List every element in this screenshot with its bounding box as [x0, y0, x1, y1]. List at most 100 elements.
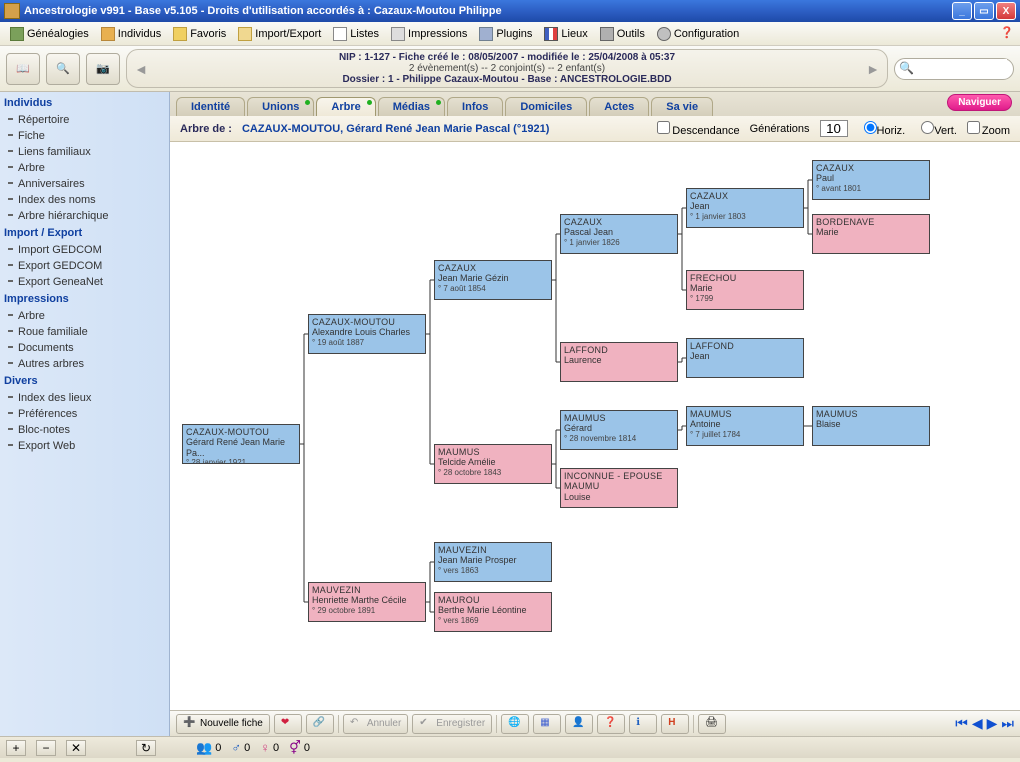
tree-node[interactable]: MAUROUBerthe Marie Léontine° vers 1869 [434, 592, 552, 632]
tree-node[interactable]: LAFFONDJean [686, 338, 804, 378]
tree-node[interactable]: MAUMUSTelcide Amélie° 28 octobre 1843 [434, 444, 552, 484]
camera-button[interactable]: 📷 [86, 53, 120, 85]
sidebar-item[interactable]: Liens familiaux [0, 144, 169, 160]
status-remove-button[interactable]: − [36, 740, 56, 756]
print-button[interactable]: 🖨 [698, 714, 726, 734]
tab-actes[interactable]: Actes [589, 97, 649, 116]
menu-listes[interactable]: Listes [327, 25, 385, 43]
zoom-button[interactable]: 🔍 [46, 53, 80, 85]
tree-node[interactable]: CAZAUXJean Marie Gézin° 7 août 1854 [434, 260, 552, 300]
tree-node[interactable]: CAZAUXJean° 1 janvier 1803 [686, 188, 804, 228]
search-box[interactable] [894, 58, 1014, 80]
sidebar-item[interactable]: Fiche [0, 128, 169, 144]
status-refresh-button[interactable]: ↻ [136, 740, 156, 756]
tab-infos[interactable]: Infos [447, 97, 503, 116]
tab-sa vie[interactable]: Sa vie [651, 97, 713, 116]
orientation-horiz[interactable]: Horiz. [858, 121, 906, 137]
menu-configuration[interactable]: Configuration [651, 25, 745, 43]
tree-canvas[interactable]: CAZAUX-MOUTOUGérard René Jean Marie Pa..… [170, 142, 1020, 710]
status-add-button[interactable]: + [6, 740, 26, 756]
next-record-button[interactable]: ► [865, 61, 881, 77]
plus-icon: ➕ [183, 717, 197, 731]
sidebar-item[interactable]: Bloc-notes [0, 422, 169, 438]
tree-node[interactable]: MAUMUSGérard° 28 novembre 1814 [560, 410, 678, 450]
next-record-button-2[interactable]: ▶ [987, 715, 998, 732]
sidebar-item[interactable]: Import GEDCOM [0, 242, 169, 258]
tree-node[interactable]: CAZAUX-MOUTOUAlexandre Louis Charles° 19… [308, 314, 426, 354]
tree-node[interactable]: LAFFONDLaurence [560, 342, 678, 382]
menu-import-export[interactable]: Import/Export [232, 25, 327, 43]
sidebar-item[interactable]: Index des noms [0, 192, 169, 208]
sidebar-item[interactable]: Documents [0, 340, 169, 356]
help-icon[interactable]: ❓ [1000, 26, 1016, 42]
zoom-checkbox[interactable]: Zoom [967, 121, 1010, 137]
tab-médias[interactable]: Médias [378, 97, 445, 116]
save-button[interactable]: ✔Enregistrer [412, 714, 492, 734]
search-input[interactable] [917, 59, 1007, 71]
menu-lieux[interactable]: Lieux [538, 25, 593, 43]
tree-node[interactable]: FRECHOUMarie° 1799 [686, 270, 804, 310]
menu-genealogies[interactable]: Généalogies [4, 25, 95, 43]
tab-unions[interactable]: Unions [247, 97, 314, 116]
question-icon: ❓ [604, 717, 618, 731]
generations-input[interactable] [820, 120, 848, 137]
sidebar-item[interactable]: Export Web [0, 438, 169, 454]
sidebar-item[interactable]: Arbre hiérarchique [0, 208, 169, 224]
minimize-button[interactable]: _ [952, 2, 972, 20]
sidebar-item[interactable]: Roue familiale [0, 324, 169, 340]
tab-arbre[interactable]: Arbre [316, 97, 375, 116]
tool-btn-1[interactable]: 🌐 [501, 714, 529, 734]
link-icon: 🔗 [313, 717, 327, 731]
menu-favoris[interactable]: Favoris [167, 25, 232, 43]
tree-node[interactable]: MAUMUSAntoine° 7 juillet 1784 [686, 406, 804, 446]
sidebar-item[interactable]: Export GEDCOM [0, 258, 169, 274]
tool-btn-4[interactable]: ❓ [597, 714, 625, 734]
menu-outils[interactable]: Outils [594, 25, 651, 43]
tab-identité[interactable]: Identité [176, 97, 245, 116]
tree-node[interactable]: INCONNUE - EPOUSE MAUMULouise [560, 468, 678, 508]
orientation-vert[interactable]: Vert. [915, 121, 957, 137]
sidebar-item[interactable]: Arbre [0, 160, 169, 176]
descendance-checkbox[interactable]: Descendance [657, 121, 739, 137]
tree-node[interactable]: MAUMUSBlaise [812, 406, 930, 446]
tab-domiciles[interactable]: Domiciles [505, 97, 587, 116]
navigate-button[interactable]: Naviguer [947, 94, 1012, 111]
prev-record-button[interactable]: ◄ [133, 61, 149, 77]
history-button[interactable]: 📖 [6, 53, 40, 85]
menu-plugins[interactable]: Plugins [473, 25, 538, 43]
sidebar-item[interactable]: Préférences [0, 406, 169, 422]
app-icon [4, 3, 20, 19]
favorite-button[interactable]: ❤ [274, 714, 302, 734]
sidebar-item[interactable]: Autres arbres [0, 356, 169, 372]
tool-btn-3[interactable]: 👤 [565, 714, 593, 734]
sidebar-item[interactable]: Index des lieux [0, 390, 169, 406]
maximize-button[interactable]: ▭ [974, 2, 994, 20]
tree-node[interactable]: MAUVEZINJean Marie Prosper° vers 1863 [434, 542, 552, 582]
last-record-button[interactable]: ⏭ [1001, 715, 1014, 732]
status-shuffle-button[interactable]: ✕ [66, 740, 86, 756]
prev-record-button-2[interactable]: ◀ [972, 715, 983, 732]
printer-icon: 🖨 [705, 717, 719, 731]
cancel-button[interactable]: ↶Annuler [343, 714, 408, 734]
new-record-button[interactable]: ➕Nouvelle fiche [176, 714, 270, 734]
sidebar-item[interactable]: Anniversaires [0, 176, 169, 192]
link-button[interactable]: 🔗 [306, 714, 334, 734]
sidebar-item[interactable]: Arbre [0, 308, 169, 324]
tree-node[interactable]: MAUVEZINHenriette Marthe Cécile° 29 octo… [308, 582, 426, 622]
tree-node[interactable]: BORDENAVEMarie [812, 214, 930, 254]
tree-node[interactable]: CAZAUXPascal Jean° 1 janvier 1826 [560, 214, 678, 254]
bottom-toolbar: ➕Nouvelle fiche ❤ 🔗 ↶Annuler ✔Enregistre… [170, 710, 1020, 736]
tree-node[interactable]: CAZAUX-MOUTOUGérard René Jean Marie Pa..… [182, 424, 300, 464]
stat-male: ♂0 [231, 740, 250, 755]
tool-btn-2[interactable]: ▦ [533, 714, 561, 734]
menu-impressions[interactable]: Impressions [385, 25, 473, 43]
close-button[interactable]: X [996, 2, 1016, 20]
tool-btn-5[interactable]: ℹ [629, 714, 657, 734]
sidebar-item[interactable]: Export GeneaNet [0, 274, 169, 290]
undo-icon: ↶ [350, 717, 364, 731]
tree-node[interactable]: CAZAUXPaul° avant 1801 [812, 160, 930, 200]
first-record-button[interactable]: ⏮ [955, 715, 968, 732]
sidebar-item[interactable]: Répertoire [0, 112, 169, 128]
menu-individus[interactable]: Individus [95, 25, 167, 43]
tool-btn-h[interactable]: H [661, 714, 689, 734]
